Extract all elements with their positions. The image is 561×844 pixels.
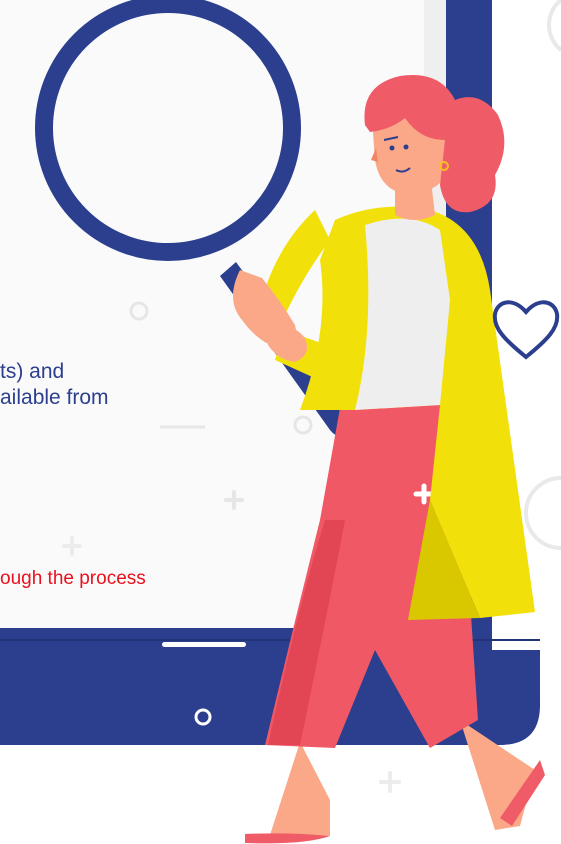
- screen-text-line-2: ailable from: [0, 386, 109, 409]
- decor-circle-mid-right: [524, 476, 561, 550]
- decor-circle-top-right: [547, 0, 561, 52]
- heart-icon: [492, 300, 560, 360]
- plus-icon: [379, 771, 401, 793]
- illustration-scene: [0, 0, 561, 844]
- screen-highlight-text: ough the process: [0, 568, 146, 589]
- home-bar: [162, 642, 246, 647]
- screen-text-line-1: ts) and: [0, 360, 65, 383]
